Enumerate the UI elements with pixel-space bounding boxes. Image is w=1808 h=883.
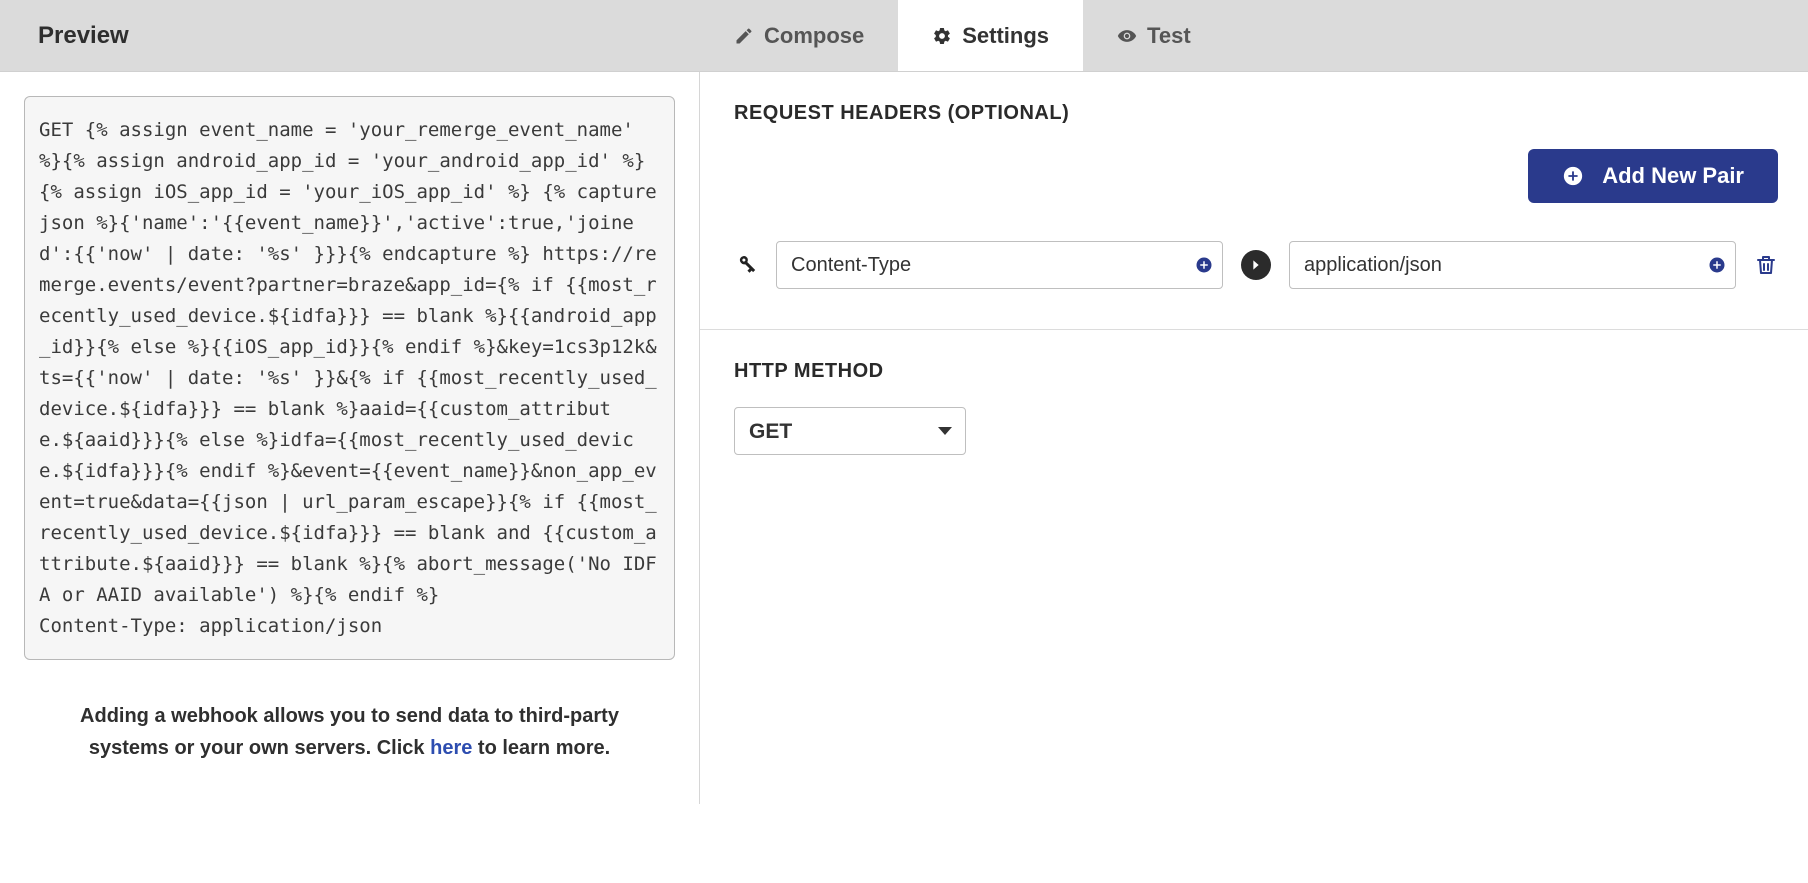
add-new-pair-label: Add New Pair — [1602, 163, 1744, 189]
tab-settings[interactable]: Settings — [898, 0, 1083, 71]
request-headers-label: REQUEST HEADERS (OPTIONAL) — [734, 102, 1778, 125]
preview-title: Preview — [0, 0, 700, 71]
plus-circle-icon[interactable] — [1708, 256, 1726, 274]
preview-pane: GET {% assign event_name = 'your_remerge… — [0, 72, 700, 804]
help-text-link[interactable]: here — [430, 737, 472, 759]
header-key-input[interactable] — [776, 241, 1223, 289]
gear-icon — [932, 26, 952, 46]
header-value-wrap — [1289, 241, 1736, 289]
settings-pane: REQUEST HEADERS (OPTIONAL) Add New Pair — [700, 72, 1808, 804]
pencil-icon — [734, 26, 754, 46]
add-pair-row: Add New Pair — [734, 149, 1778, 203]
http-method-select[interactable]: GET — [734, 407, 966, 455]
tab-test-label: Test — [1147, 23, 1191, 49]
http-method-select-wrap: GET — [734, 407, 966, 455]
header-key-wrap — [776, 241, 1223, 289]
tab-compose-label: Compose — [764, 23, 864, 49]
header-value-input[interactable] — [1289, 241, 1736, 289]
tab-compose[interactable]: Compose — [700, 0, 898, 71]
top-bar: Preview Compose Settings Test — [0, 0, 1808, 72]
add-new-pair-button[interactable]: Add New Pair — [1528, 149, 1778, 203]
tab-test[interactable]: Test — [1083, 0, 1225, 71]
plus-circle-icon[interactable] — [1195, 256, 1213, 274]
http-method-label: HTTP METHOD — [734, 360, 1778, 383]
tab-settings-label: Settings — [962, 23, 1049, 49]
help-text-suffix: to learn more. — [472, 737, 610, 759]
main-content: GET {% assign event_name = 'your_remerge… — [0, 72, 1808, 804]
eye-icon — [1117, 26, 1137, 46]
help-text: Adding a webhook allows you to send data… — [24, 700, 675, 764]
arrow-circle-icon — [1241, 250, 1271, 280]
plus-circle-icon — [1562, 165, 1584, 187]
trash-icon[interactable] — [1754, 252, 1778, 278]
key-icon — [734, 253, 758, 277]
tabs: Compose Settings Test — [700, 0, 1808, 71]
preview-code-box: GET {% assign event_name = 'your_remerge… — [24, 96, 675, 660]
section-divider — [700, 329, 1808, 330]
header-row — [734, 241, 1778, 289]
